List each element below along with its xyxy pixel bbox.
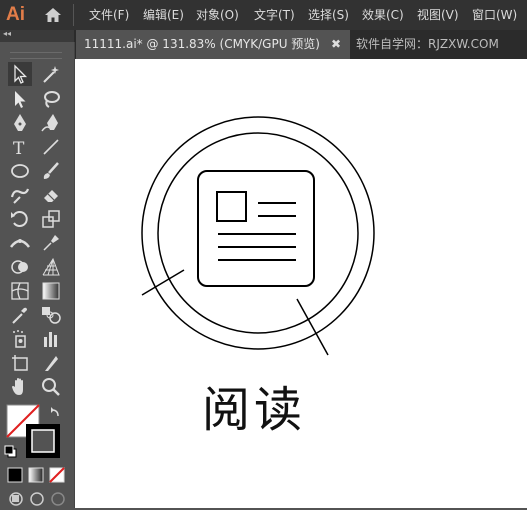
menu-type[interactable]: 文字(T) bbox=[254, 0, 295, 30]
menu-file[interactable]: 文件(F) bbox=[89, 0, 129, 30]
selection-tool-icon[interactable] bbox=[8, 62, 32, 86]
pen-tool-icon[interactable] bbox=[8, 111, 32, 135]
menu-window[interactable]: 窗口(W) bbox=[472, 0, 517, 30]
symbol-sprayer-tool-icon[interactable] bbox=[8, 327, 32, 351]
second-document-tab[interactable]: 软件自学网：RJZXW.COM bbox=[356, 30, 499, 59]
lasso-tool-icon[interactable] bbox=[39, 87, 63, 111]
artwork-title: 阅读 bbox=[202, 382, 307, 438]
line-segment-tool-icon[interactable] bbox=[39, 135, 63, 159]
menu-view[interactable]: 视图(V) bbox=[417, 0, 459, 30]
close-tab-icon[interactable]: ✖ bbox=[331, 30, 341, 59]
eyedropper-tool-icon[interactable] bbox=[8, 303, 32, 327]
mesh-tool-icon[interactable] bbox=[8, 279, 32, 303]
home-icon[interactable] bbox=[43, 5, 63, 25]
tools-panel-header bbox=[0, 30, 74, 42]
default-colors-icon[interactable] bbox=[4, 444, 20, 458]
document-tab-title[interactable]: 11111.ai* @ 131.83% (CMYK/GPU 预览) bbox=[84, 30, 320, 59]
illustrator-logo: Ai bbox=[6, 4, 25, 25]
menu-separator bbox=[73, 4, 74, 26]
svg-text:T: T bbox=[13, 139, 25, 159]
tick-right bbox=[296, 298, 329, 356]
curvature-tool-icon[interactable] bbox=[39, 111, 63, 135]
paintbrush-tool-icon[interactable] bbox=[39, 159, 63, 183]
rotate-tool-icon[interactable] bbox=[8, 207, 32, 231]
scale-tool-icon[interactable] bbox=[39, 207, 63, 231]
collapse-panel-icon[interactable]: ◂◂ bbox=[3, 28, 11, 40]
width-tool-icon[interactable] bbox=[8, 231, 32, 255]
zoom-tool-icon[interactable] bbox=[39, 375, 63, 399]
hand-tool-icon[interactable] bbox=[8, 375, 32, 399]
slice-tool-icon[interactable] bbox=[39, 351, 63, 375]
draw-mode-buttons[interactable] bbox=[7, 490, 67, 506]
direct-selection-tool-icon[interactable] bbox=[8, 87, 32, 111]
gradient-tool-icon[interactable] bbox=[39, 279, 63, 303]
shaper-tool-icon[interactable] bbox=[8, 183, 32, 207]
blend-tool-icon[interactable] bbox=[39, 303, 63, 327]
shape-builder-tool-icon[interactable] bbox=[8, 255, 32, 279]
reading-icon-artwork[interactable] bbox=[75, 59, 527, 508]
menu-select[interactable]: 选择(S) bbox=[308, 0, 349, 30]
ellipse-tool-icon[interactable] bbox=[8, 159, 32, 183]
eraser-tool-icon[interactable] bbox=[39, 183, 63, 207]
menu-effect[interactable]: 效果(C) bbox=[362, 0, 404, 30]
artboard-canvas[interactable]: 阅读 bbox=[75, 59, 527, 508]
perspective-grid-tool-icon[interactable] bbox=[39, 255, 63, 279]
document-shape bbox=[197, 170, 315, 287]
menu-object[interactable]: 对象(O) bbox=[196, 0, 239, 30]
column-graph-tool-icon[interactable] bbox=[39, 327, 63, 351]
menu-edit[interactable]: 编辑(E) bbox=[143, 0, 184, 30]
magic-wand-tool-icon[interactable] bbox=[39, 62, 63, 86]
puppet-warp-tool-icon[interactable] bbox=[39, 231, 63, 255]
menu-bar: Ai 文件(F) 编辑(E) 对象(O) 文字(T) 选择(S) 效果(C) 视… bbox=[0, 0, 527, 30]
panel-grip[interactable] bbox=[10, 52, 62, 59]
color-mode-buttons[interactable] bbox=[7, 467, 65, 483]
tick-left bbox=[141, 269, 185, 296]
type-tool-icon[interactable]: T bbox=[8, 135, 32, 159]
artboard-tool-icon[interactable] bbox=[8, 351, 32, 375]
picture-box bbox=[216, 191, 247, 222]
